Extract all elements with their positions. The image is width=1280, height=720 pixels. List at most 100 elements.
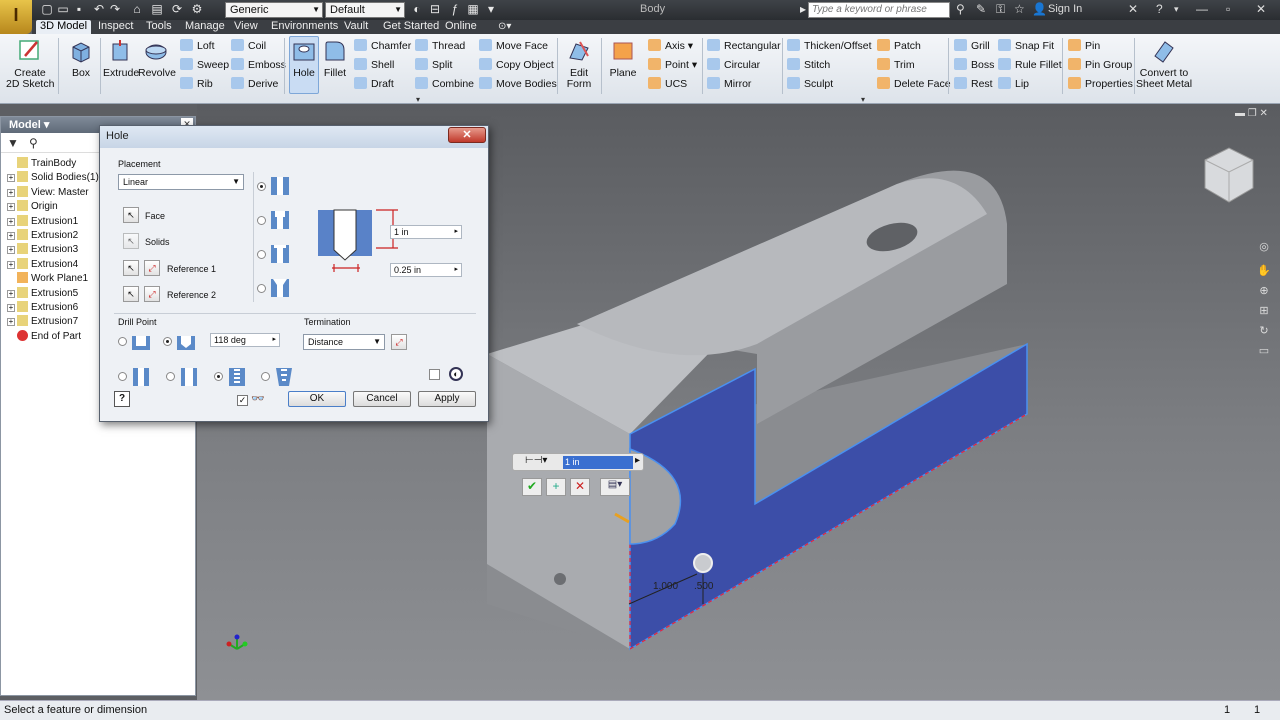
save-icon[interactable]: ▪ [72,2,86,16]
expand-icon[interactable]: + [7,232,15,240]
fillet-button[interactable]: Fillet [321,38,349,79]
cancel-button[interactable]: Cancel [353,391,411,407]
preview-toggle-checkbox[interactable]: ✓ [237,395,248,406]
browser-item[interactable]: + Extrusion5 [7,286,78,301]
hole-button[interactable]: Hole [289,38,319,79]
termination-select[interactable]: Distance ▼ [303,334,385,350]
new-icon[interactable]: ▢ [40,2,54,16]
mini-options-icon[interactable]: ▤▾ [600,478,630,496]
dialog-title[interactable]: Hole [100,126,488,148]
ucs-button[interactable]: UCS [648,77,687,90]
binoculars-icon[interactable]: ⚲ [956,3,965,16]
ribbon-options-icon[interactable]: ⊙▾ [498,20,511,34]
reference1-select-button[interactable]: ↖ [123,260,139,276]
mini-arrow-icon[interactable]: ▸ [635,455,640,466]
appearance-combo[interactable]: Generic ▼ [225,2,323,18]
dimension-2[interactable]: .500 [694,581,714,592]
panel-expand-icon[interactable]: ▾ [416,95,420,104]
expand-icon[interactable]: + [7,260,15,269]
apply-plus-icon[interactable]: + [546,478,566,496]
look-at-icon[interactable]: ▭ [1252,342,1276,360]
user-icon[interactable]: 👤 [1032,3,1047,16]
color-icon[interactable]: ◐ [410,2,424,16]
thicken-offset-button[interactable]: Thicken/Offset [787,39,872,52]
plane-button[interactable]: Plane [606,38,640,79]
thread-button[interactable]: Thread [415,39,465,52]
customize-icon[interactable]: ▾ [484,2,498,16]
termination-flip-button[interactable]: ⤢ [391,334,407,350]
boss-button[interactable]: Boss [954,58,994,71]
rib-button[interactable]: Rib [180,77,213,90]
search-input[interactable]: Type a keyword or phrase [808,2,950,18]
patch-button[interactable]: Patch [877,39,921,52]
revolve-button[interactable]: Revolve [138,38,176,79]
view-cube[interactable] [1199,144,1257,206]
zoom-icon[interactable]: ⊕ [1252,282,1276,300]
drill-angle-input[interactable]: 118 deg ▸ [210,333,280,347]
sculpt-button[interactable]: Sculpt [787,77,833,90]
apply-button[interactable]: Apply [418,391,476,407]
thread-taper-radio[interactable] [261,372,270,381]
tab-online[interactable]: Online [445,20,477,34]
browser-item[interactable]: + Extrusion4 [7,257,78,272]
drill-point-flat-radio[interactable] [118,337,127,346]
expand-icon[interactable]: + [7,289,15,298]
help-icon[interactable]: ? [1156,3,1163,16]
rule-fillet-button[interactable]: Rule Fillet [998,58,1062,71]
loft-button[interactable]: Loft [180,39,215,52]
infer-icon[interactable]: ◐ [449,367,463,381]
dialog-close-button[interactable]: ✕ [448,127,486,143]
measure-icon[interactable]: ⊟ [428,2,442,16]
tab-manage[interactable]: Manage [185,20,225,34]
browser-item[interactable]: + Extrusion1 [7,214,78,229]
browser-item[interactable]: + View: Master [7,185,89,200]
emboss-button[interactable]: Emboss [231,58,286,71]
lip-button[interactable]: Lip [998,77,1029,90]
axis-button[interactable]: Axis ▾ [648,39,693,52]
copy-object-button[interactable]: Copy Object [479,58,554,71]
point-button[interactable]: Point ▾ [648,58,697,71]
return-icon[interactable]: ⌂ [130,2,144,16]
steering-wheel-icon[interactable]: ◎ [1252,238,1276,256]
close-icon[interactable]: ✕ [1256,3,1266,16]
stitch-button[interactable]: Stitch [787,58,830,71]
hole-type-countersink-radio[interactable] [257,284,266,293]
move-bodies-button[interactable]: Move Bodies [479,77,557,90]
shell-button[interactable]: Shell [354,58,394,71]
circular-pattern-button[interactable]: Circular [707,58,760,71]
hole-type-drilled-radio[interactable] [257,182,266,191]
rectangular-pattern-button[interactable]: Rectangular [707,39,781,52]
depth-input[interactable]: 1 in ▸ [390,225,462,239]
derive-button[interactable]: Derive [231,77,278,90]
thread-simple-radio[interactable] [118,372,127,381]
help-button[interactable]: ? [114,391,130,407]
create-sketch-button[interactable]: Create 2D Sketch [6,38,54,90]
sweep-button[interactable]: Sweep [180,58,229,71]
drill-point-angle-radio[interactable] [163,337,172,346]
mini-toolbar-input[interactable]: 1 in [563,456,633,469]
dimension-1[interactable]: 1.000 [653,581,678,592]
hole-type-spotface-radio[interactable] [257,250,266,259]
glasses-icon[interactable]: 👓 [251,392,265,405]
reference2-flip-button[interactable]: ⤢ [144,286,160,302]
tab-environments[interactable]: Environments [271,20,338,34]
star-icon[interactable]: ☆ [1014,3,1025,16]
coil-button[interactable]: Coil [231,39,266,52]
pan-icon[interactable]: ✋ [1252,262,1276,280]
filter-icon[interactable]: ▼ [7,136,19,150]
mirror-button[interactable]: Mirror [707,77,751,90]
redo-icon[interactable]: ↷ [108,2,122,16]
pin-button[interactable]: Pin [1068,39,1100,52]
expand-icon[interactable]: + [7,304,15,312]
expand-icon[interactable]: + [7,203,15,212]
browser-item[interactable]: + Extrusion3 [7,243,78,257]
cancel-x-icon[interactable]: ✕ [570,478,590,496]
browser-item[interactable]: + Origin [7,200,58,214]
open-icon[interactable]: ▭ [56,2,70,16]
find-icon[interactable]: ⚲ [29,136,38,150]
tab-3d-model[interactable]: 3D Model [36,20,92,34]
snap-fit-button[interactable]: Snap Fit [998,39,1054,52]
browser-item[interactable]: + Extrusion7 [7,315,78,329]
select-icon[interactable]: ▤ [150,2,164,16]
diameter-input[interactable]: 0.25 in ▸ [390,263,462,277]
